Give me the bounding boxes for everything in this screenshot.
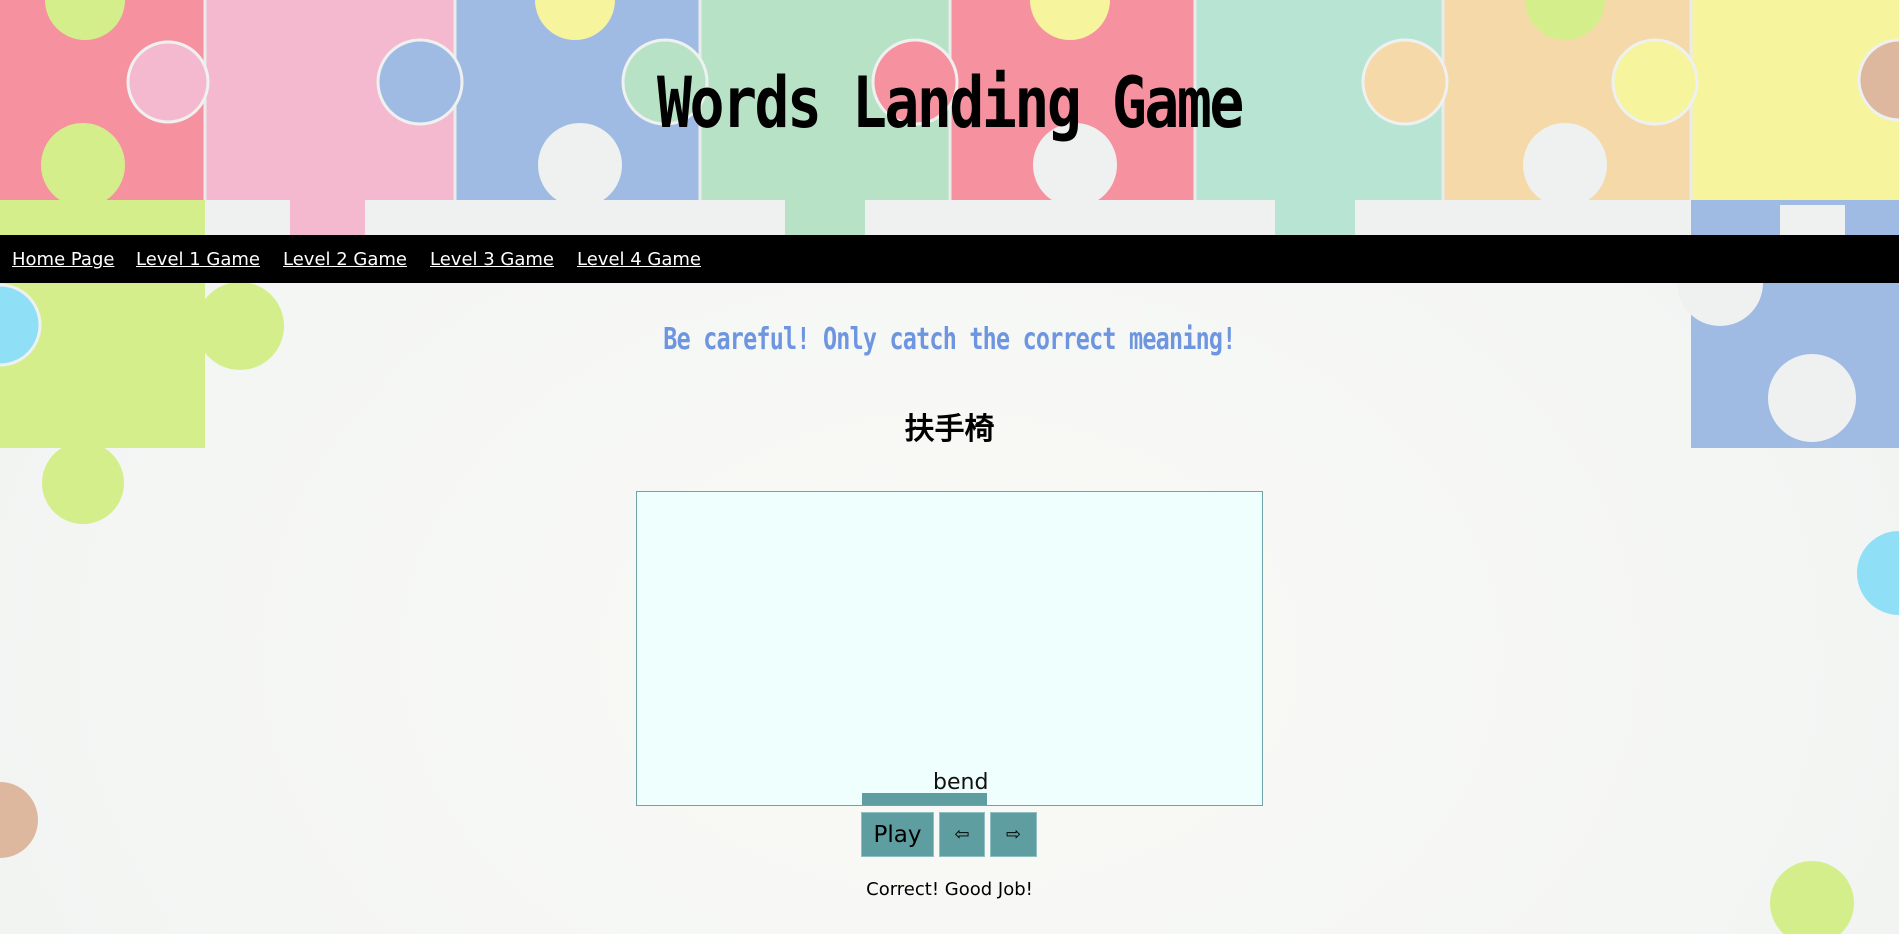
catcher-paddle bbox=[862, 793, 987, 805]
nav-link-level-2-game[interactable]: Level 2 Game bbox=[283, 249, 407, 270]
nav-link-level-4-game[interactable]: Level 4 Game bbox=[577, 249, 701, 270]
nav-link-home-page[interactable]: Home Page bbox=[12, 249, 114, 270]
header-banner: Words Landing Game bbox=[0, 0, 1899, 235]
falling-word: bend bbox=[933, 770, 989, 795]
nav-link-level-1-game[interactable]: Level 1 Game bbox=[136, 249, 260, 270]
feedback-message: Correct! Good Job! bbox=[866, 879, 1033, 900]
move-left-button[interactable]: ⇦ bbox=[939, 812, 985, 857]
nav-link-level-3-game[interactable]: Level 3 Game bbox=[430, 249, 554, 270]
page-title: Words Landing Game bbox=[657, 62, 1244, 144]
game-instruction: Be careful! Only catch the correct meani… bbox=[663, 322, 1236, 357]
target-word: 扶手椅 bbox=[904, 412, 995, 447]
game-canvas[interactable]: bend bbox=[636, 491, 1263, 806]
play-button[interactable]: Play bbox=[861, 812, 934, 857]
navigation-bar: Home Page Level 1 Game Level 2 Game Leve… bbox=[0, 235, 1899, 283]
move-right-button[interactable]: ⇨ bbox=[990, 812, 1037, 857]
